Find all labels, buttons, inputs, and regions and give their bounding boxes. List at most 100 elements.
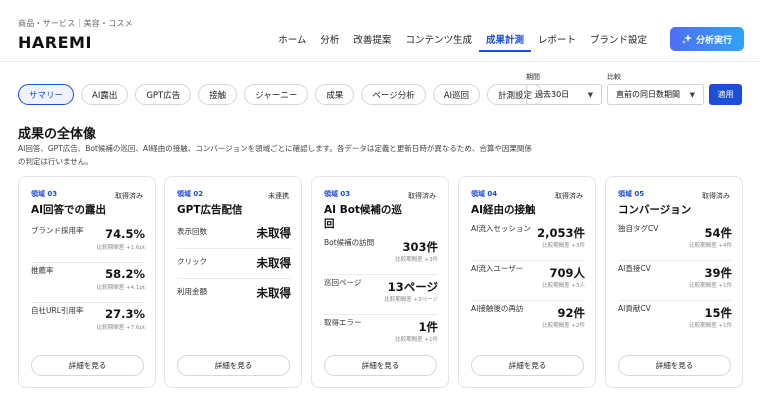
tab-journey[interactable]: ジャーニー [244, 84, 309, 105]
metric-row: AI貢献CV 15件 比較期間差 +1件 [618, 301, 732, 341]
metric-note: 比較期間差 +1件 [689, 283, 732, 289]
sparkle-icon [681, 34, 692, 44]
metric-note: 比較期間差 +1.6pt [96, 245, 145, 251]
card-status: 取得済み [115, 192, 143, 200]
card-status: 取得済み [408, 192, 436, 200]
view-details-button[interactable]: 詳細を見る [324, 355, 437, 376]
metric-value: 2,053件 [537, 226, 585, 240]
metric-label: 表示回数 [177, 227, 207, 236]
card-area: 領域 03 [31, 190, 58, 198]
card-title: AI回答での露出 [31, 204, 107, 216]
card-status: 取得済み [702, 192, 730, 200]
metric-row: 独自タグCV 54件 比較期間差 +4件 [618, 221, 732, 261]
card-gpt-ads: 領域 02 未連携 GPT広告配信 表示回数 未取得 クリック 未取得 利用金額 未取… [164, 176, 302, 388]
view-details-button[interactable]: 詳細を見る [471, 355, 584, 376]
sub-tabs: サマリー AI露出 GPT広告 接触 ジャーニー 成果 ページ分析 AI巡回 計… [18, 84, 544, 105]
nav-brand-settings[interactable]: ブランド設定 [583, 32, 654, 52]
section-title: 成果の全体像 [18, 127, 97, 142]
metric-value: 13ページ [387, 280, 438, 294]
metric-label: ブランド採用率 [31, 226, 84, 235]
tab-contact[interactable]: 接触 [198, 84, 238, 105]
metric-note: 比較期間差 +2件 [542, 323, 585, 329]
nav-analysis[interactable]: 分析 [313, 32, 346, 52]
card-area: 領域 03 [324, 190, 351, 198]
card-title: コンバージョン [618, 204, 692, 216]
compare-label: 比較 [607, 73, 621, 81]
view-details-button[interactable]: 詳細を見る [618, 355, 731, 376]
metric-label: 利用金額 [177, 287, 207, 296]
tab-ai-crawl[interactable]: AI巡回 [432, 84, 481, 105]
metric-note: 比較期間差 +1件 [395, 337, 438, 343]
nav-results[interactable]: 成果計測 [478, 32, 531, 52]
chevron-down-icon: ▼ [587, 90, 593, 99]
metric-note: 比較期間差 +3ページ [384, 297, 438, 303]
view-details-button[interactable]: 詳細を見る [31, 355, 144, 376]
card-status: 取得済み [555, 192, 583, 200]
metric-value: 39件 [704, 266, 732, 280]
metric-row: 表示回数 未取得 [177, 219, 291, 249]
metric-note: 比較期間差 +3人 [542, 283, 585, 289]
nav-home[interactable]: ホーム [271, 32, 313, 52]
metric-value: 54件 [704, 226, 732, 240]
metric-row: クリック 未取得 [177, 249, 291, 279]
card-ai-bot-crawl: 領域 03 取得済み AI Bot候補の巡回 Bot候補の訪問 303件 比較期間差… [311, 176, 449, 388]
tab-page-analysis[interactable]: ページ分析 [361, 84, 426, 105]
app-header: 商品・サービス｜美容・コスメ HAREMI ホーム 分析 改善提案 コンテンツ生… [0, 0, 760, 62]
metric-label: クリック [177, 257, 207, 266]
metric-value: 74.5% [105, 227, 145, 241]
tab-ai-exposure[interactable]: AI露出 [81, 84, 129, 105]
metric-value: 15件 [704, 306, 732, 320]
card-ai-contact: 領域 04 取得済み AI経由の接触 AI流入セッション 2,053件比較期間差 … [458, 176, 596, 388]
brand-name[interactable]: HAREMI [18, 33, 92, 52]
section-description: AI回答、GPT広告、Bot候補の巡回、AI経由の接触、コンバージョンを領域ごと… [18, 144, 532, 166]
card-ai-exposure: 領域 03 取得済み AI回答での露出 ブランド採用率 74.5% 比較期間差 +1… [18, 176, 156, 388]
apply-button[interactable]: 適用 [709, 84, 742, 105]
nav-content-generation[interactable]: コンテンツ生成 [398, 32, 479, 52]
metric-label: Bot候補の訪問 [324, 238, 375, 247]
view-details-button[interactable]: 詳細を見る [177, 355, 290, 376]
metric-label: AI直接CV [618, 264, 651, 273]
metric-row: 自社URL引用率 27.3% 比較期間差 +7.6pt [31, 303, 145, 343]
metric-value: 27.3% [105, 307, 145, 321]
metric-note: 比較期間差 +4.1pt [96, 285, 145, 291]
tab-gpt-ads[interactable]: GPT広告 [135, 84, 192, 105]
metric-label: 自社URL引用率 [31, 306, 84, 315]
card-status: 未連携 [268, 192, 289, 200]
metric-value: 303件 [402, 240, 438, 254]
card-title: AI経由の接触 [471, 204, 536, 216]
main-nav: ホーム 分析 改善提案 コンテンツ生成 成果計測 レポート ブランド設定 [271, 32, 654, 52]
metric-note: 比較期間差 +3件 [395, 257, 438, 263]
card-conversion: 領域 05 取得済み コンバージョン 独自タグCV 54件 比較期間差 +4件 AI… [605, 176, 743, 388]
compare-select[interactable]: 直前の同日数期間 ▼ [607, 84, 704, 105]
metric-label: AI流入セッション [471, 224, 531, 233]
metric-row: 巡回ページ 13ページ比較期間差 +3ページ [324, 275, 438, 315]
metric-note: 比較期間差 +7.6pt [96, 325, 145, 331]
metric-row: AI直接CV 39件比較期間差 +1件 [618, 261, 732, 301]
metric-row: Bot候補の訪問 303件比較期間差 +3件 [324, 235, 438, 275]
metric-label: 巡回ページ [324, 278, 362, 287]
tab-results[interactable]: 成果 [315, 84, 355, 105]
metric-value: 709人 [549, 266, 585, 280]
run-analysis-button[interactable]: 分析実行 [670, 27, 744, 51]
metric-label: 推薦率 [31, 266, 54, 275]
period-value: 過去30日 [535, 90, 570, 99]
period-select[interactable]: 過去30日 ▼ [526, 84, 602, 105]
tab-summary[interactable]: サマリー [18, 84, 75, 105]
metric-note: 比較期間差 +4件 [689, 243, 732, 249]
metric-note: 比較期間差 +3件 [542, 243, 585, 249]
metric-value: 未取得 [256, 256, 292, 270]
brand-category: 商品・サービス｜美容・コスメ [18, 19, 133, 28]
metric-label: AI接触後の再訪 [471, 304, 524, 313]
metric-label: AI流入ユーザー [471, 264, 524, 273]
metric-row: AI流入セッション 2,053件比較期間差 +3件 [471, 221, 585, 261]
metric-row: AI接触後の再訪 92件 比較期間差 +2件 [471, 301, 585, 341]
metric-label: 取得エラー [324, 318, 362, 327]
metric-row: AI流入ユーザー 709人比較期間差 +3人 [471, 261, 585, 301]
metric-label: AI貢献CV [618, 304, 651, 313]
nav-report[interactable]: レポート [531, 32, 583, 52]
nav-improvement[interactable]: 改善提案 [346, 32, 398, 52]
card-area: 領域 04 [471, 190, 498, 198]
metric-row: 取得エラー 1件 比較期間差 +1件 [324, 315, 438, 355]
metric-value: 未取得 [256, 286, 292, 300]
card-area: 領域 02 [177, 190, 204, 198]
